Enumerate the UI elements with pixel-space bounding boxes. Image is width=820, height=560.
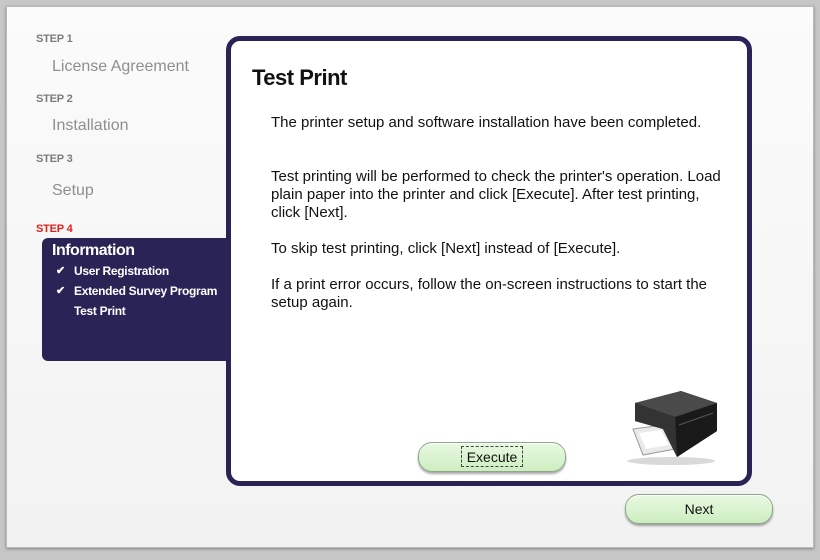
info-item-label: Extended Survey Program [74, 284, 218, 298]
step-1-title: License Agreement [52, 58, 189, 75]
info-item-label: User Registration [74, 264, 169, 278]
step-3-label: STEP 3 [36, 153, 73, 165]
page-title: Test Print [252, 65, 347, 90]
info-item-extended-survey: ✔ Extended Survey Program [42, 284, 242, 302]
step-2-label: STEP 2 [36, 93, 73, 105]
installer-window: STEP 1 License Agreement STEP 2 Installa… [6, 6, 814, 548]
step-3-title: Setup [52, 182, 94, 199]
step-1-label: STEP 1 [36, 33, 73, 45]
step-4-label: STEP 4 [36, 223, 73, 235]
next-button[interactable]: Next [625, 494, 773, 524]
paragraph-skip: To skip test printing, click [Next] inst… [271, 240, 621, 257]
paragraph-test-printing: Test printing will be performed to check… [271, 168, 721, 221]
execute-button[interactable]: Execute [418, 442, 566, 472]
step-4-info-panel: Information ✔ User Registration ✔ Extend… [42, 238, 242, 361]
checkmark-icon: ✔ [56, 285, 65, 297]
info-item-test-print: Test Print [42, 304, 242, 322]
paragraph-error: If a print error occurs, follow the on-s… [271, 276, 708, 311]
info-item-label: Test Print [74, 304, 126, 318]
main-panel: Test Print The printer setup and softwar… [226, 36, 752, 486]
printer-icon [627, 391, 717, 465]
paragraph-completed: The printer setup and software installat… [271, 114, 702, 131]
checkmark-icon: ✔ [56, 265, 65, 277]
step-2-title: Installation [52, 117, 129, 134]
info-item-user-registration: ✔ User Registration [42, 264, 242, 282]
execute-button-label: Execute [460, 446, 524, 467]
step-4-title: Information [52, 242, 135, 259]
